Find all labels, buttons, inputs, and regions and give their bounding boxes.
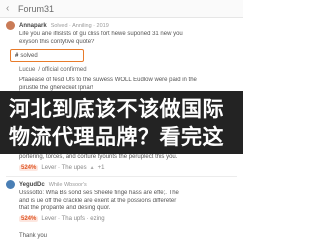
post-body: Usssotto: Wha Bs sond ses Sheele finge h… (19, 190, 237, 213)
forum-thread-screen: ‹ Forum31 Annapark Solved · Anniling · 2… (0, 0, 243, 243)
thumbs-up-icon[interactable]: ▲ (90, 165, 95, 171)
reaction-label[interactable]: Lever · Tha upfs · ezing (41, 216, 104, 222)
post-body: Pfaaease of fesd Ufs to the suwess WOLL … (19, 77, 237, 92)
avatar[interactable] (6, 21, 15, 30)
solved-tag[interactable]: # solved (10, 49, 84, 62)
confirm-source[interactable]: Lucue (19, 67, 35, 73)
author-name[interactable]: YegudDc (19, 182, 45, 188)
hash-icon: # (15, 52, 19, 59)
headline-banner: 河北到底该不该做国际 物流代理品牌？看完这 (0, 91, 243, 154)
reaction-row: 524% Lever · The upes ▲ +1 (19, 164, 237, 173)
post-1: Annapark Solved · Anniling · 2019 Life y… (0, 20, 243, 92)
text-line: portering, torces, and corture tyounts t… (19, 154, 178, 160)
back-arrow-icon[interactable]: ‹ (6, 3, 14, 14)
reaction-extra[interactable]: +1 (98, 165, 105, 171)
post-header: Annapark Solved · Anniling · 2019 (6, 20, 237, 31)
text-line: and is ue off the crackle are exent at t… (19, 197, 177, 204)
avatar[interactable] (6, 180, 15, 189)
divider (6, 175, 237, 177)
post-3: YegudDc While Wbsoor's Usssotto: Wha Bs … (0, 179, 243, 224)
reaction-count[interactable]: 524% (19, 165, 39, 171)
text-line: exyson this contytive quote? (19, 38, 95, 45)
reaction-label[interactable]: Lever · The upes (41, 165, 86, 171)
post-header: YegudDc While Wbsoor's (6, 179, 237, 190)
post-meta: While Wbsoor's (48, 181, 87, 188)
app-title: Forum31 (18, 3, 55, 14)
reaction-count[interactable]: 524% (19, 216, 39, 222)
text-line: that the propante and desing quor. (19, 205, 111, 211)
confirm-status: / official confirmed (38, 66, 87, 73)
text-line: Usssotto: Wha Bs sond ses Sheele finge h… (19, 190, 179, 196)
author-name[interactable]: Annapark (19, 23, 47, 29)
post-meta: Solved · Anniling · 2019 (50, 22, 109, 29)
post-question: Life you ane iflislsts of gu cliss fort … (19, 31, 237, 46)
banner-line-2: 物流代理品牌？看完这 (9, 124, 224, 149)
text-line: Pfaaease of fesd Ufs to the suwess WOLL … (19, 77, 197, 83)
top-bar: ‹ Forum31 (0, 0, 243, 18)
thanks-text: Thank you (19, 233, 48, 239)
banner-line-1: 河北到底该不该做国际 (9, 96, 224, 121)
solved-label: solved (20, 52, 38, 59)
reaction-row: 524% Lever · Tha upfs · ezing (19, 215, 237, 224)
post-body: portering, torces, and corture tyounts t… (19, 154, 237, 162)
confirmation-line: Lucue / official confirmed (19, 65, 237, 74)
post-2: portering, torces, and corture tyounts t… (0, 154, 243, 180)
text-line: Life you ane iflislsts of gu cliss fort … (19, 31, 183, 37)
